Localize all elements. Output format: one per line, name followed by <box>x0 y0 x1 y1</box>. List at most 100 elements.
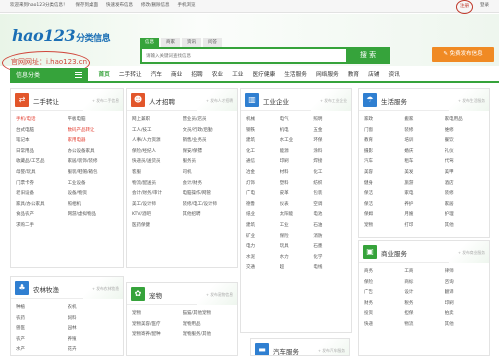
panel-link[interactable]: 花卉 <box>68 345 120 355</box>
search-tab-0[interactable]: 信息 <box>140 38 159 47</box>
nav-item-2[interactable]: 汽车 <box>146 68 166 83</box>
panel-link[interactable]: 搬家 <box>404 115 444 126</box>
nav-item-4[interactable]: 招聘 <box>187 68 207 83</box>
panel-link[interactable]: 设备/物资 <box>68 189 120 200</box>
panel-link[interactable]: 司机 <box>183 168 234 179</box>
nav-item-12[interactable]: 资讯 <box>384 68 404 83</box>
panel-link[interactable]: 担保 <box>404 309 444 320</box>
panel-link[interactable]: 翻译 <box>445 288 485 299</box>
panel-link[interactable]: 其他 <box>445 320 485 331</box>
panel-link[interactable]: 园林 <box>68 324 120 335</box>
panel-link[interactable]: 宠物 <box>364 221 404 232</box>
panel-link[interactable]: 家电 <box>404 189 444 200</box>
nav-item-1[interactable]: 二手转让 <box>114 68 146 83</box>
register-link[interactable]: 注册 <box>456 0 473 14</box>
panel-link[interactable]: 五金 <box>313 126 347 137</box>
panel-link[interactable]: 宠物 <box>132 309 183 320</box>
panel-link[interactable]: 空调 <box>313 200 347 211</box>
panel-post-link[interactable]: + 发布工业企业 <box>320 98 347 104</box>
panel-link[interactable]: 培训 <box>404 136 444 147</box>
panel-post-link[interactable]: + 发布商业服务 <box>458 250 485 256</box>
panel-link[interactable]: 办公设备家具 <box>68 147 120 158</box>
search-input[interactable] <box>146 52 346 61</box>
panel-link[interactable]: 美容 <box>364 168 404 179</box>
panel-link[interactable]: 设计 <box>404 288 444 299</box>
panel-link[interactable]: 水力 <box>280 253 314 264</box>
panel-link[interactable]: 摄影 <box>364 147 404 158</box>
panel-link[interactable]: 饲料 <box>68 314 120 325</box>
panel-link[interactable]: 交通 <box>246 263 280 274</box>
panel-link[interactable]: 装修/电工/设计师 <box>183 200 234 211</box>
search-tab-1[interactable]: 商家 <box>161 38 180 47</box>
panel-link[interactable]: 冶金 <box>246 168 280 179</box>
panel-link[interactable]: 物流 <box>404 320 444 331</box>
panel-link[interactable]: 保险 <box>364 278 404 289</box>
panel-link[interactable]: 宠物服务/其他 <box>183 330 234 341</box>
panel-title[interactable]: 农林牧渔 <box>33 284 59 294</box>
panel-link[interactable]: 餐饮 <box>445 136 485 147</box>
panel-link[interactable]: 咨询 <box>445 278 485 289</box>
panel-title[interactable]: 汽车服务 <box>273 346 299 355</box>
panel-link[interactable] <box>68 221 120 232</box>
panel-link[interactable]: 化工 <box>313 168 347 179</box>
panel-link[interactable]: 建筑 <box>246 221 280 232</box>
panel-link[interactable]: 客服 <box>132 168 183 179</box>
panel-title[interactable]: 生活服务 <box>381 96 407 106</box>
panel-link[interactable]: 笔记本 <box>16 136 68 147</box>
panel-link[interactable]: 人事/人力资源 <box>132 136 183 147</box>
panel-link[interactable]: 数码产品转让 <box>68 126 120 137</box>
panel-post-link[interactable]: + 发布汽车服务 <box>318 348 345 354</box>
panel-link[interactable]: 家居/装饰/装修 <box>68 157 120 168</box>
panel-link[interactable]: 猫猫/其他宠物 <box>183 309 234 320</box>
panel-link[interactable] <box>183 221 234 232</box>
post-info-button[interactable]: ✎ 免费发布信息 <box>432 47 494 62</box>
panel-link[interactable]: 月嫂 <box>404 210 444 221</box>
panel-link[interactable]: 照相机 <box>68 200 120 211</box>
panel-link[interactable]: 电脑操作/网管 <box>183 189 234 200</box>
panel-link[interactable]: 美发 <box>404 168 444 179</box>
panel-link[interactable]: 太阳能 <box>280 210 314 221</box>
panel-link[interactable]: 水工业 <box>280 136 314 147</box>
panel-link[interactable]: 化学 <box>313 253 347 264</box>
panel-link[interactable]: 网上兼职 <box>132 115 183 126</box>
top-link-3[interactable]: 手机浏览 <box>177 0 195 12</box>
panel-link[interactable]: 石油 <box>313 221 347 232</box>
panel-link[interactable]: 农机 <box>68 303 120 314</box>
panel-link[interactable]: 文员/行政/后勤 <box>183 126 234 137</box>
top-link-2[interactable]: 修改/删除信息 <box>141 0 170 12</box>
panel-link[interactable]: 超 <box>280 263 314 274</box>
panel-link[interactable]: 水泥 <box>246 253 280 264</box>
panel-link[interactable]: 消防 <box>313 232 347 243</box>
panel-link[interactable]: 维修 <box>445 126 485 137</box>
panel-title[interactable]: 人才招聘 <box>149 96 175 106</box>
nav-item-8[interactable]: 生活服务 <box>280 68 312 83</box>
panel-link[interactable]: 健身 <box>364 179 404 190</box>
panel-link[interactable]: 汽车 <box>364 157 404 168</box>
panel-link[interactable]: 宠物寄养/配种 <box>132 330 183 341</box>
panel-link[interactable]: 电气 <box>280 115 314 126</box>
panel-link[interactable]: 收藏品/工艺品 <box>16 157 68 168</box>
panel-title[interactable]: 工业企业 <box>263 96 289 106</box>
panel-link[interactable]: 工业设备 <box>68 179 120 190</box>
panel-link[interactable]: 装修 <box>445 189 485 200</box>
panel-link[interactable]: 农药 <box>16 314 68 325</box>
panel-link[interactable]: KTV/酒吧 <box>132 210 183 221</box>
panel-link[interactable]: 财务 <box>364 299 404 310</box>
panel-link[interactable]: 门窗 <box>364 126 404 137</box>
panel-link[interactable]: 通信 <box>246 157 280 168</box>
panel-post-link[interactable]: + 发布宠物信息 <box>206 292 233 298</box>
nav-item-3[interactable]: 商业 <box>167 68 187 83</box>
panel-link[interactable]: 德鲁 <box>246 200 280 211</box>
panel-link[interactable]: 印刷 <box>445 299 485 310</box>
panel-link[interactable]: 种植 <box>16 303 68 314</box>
panel-link[interactable]: 环保 <box>313 136 347 147</box>
panel-link[interactable]: 工人/技工 <box>132 126 183 137</box>
panel-link[interactable]: 销售/业务员 <box>183 136 234 147</box>
panel-link[interactable]: 焊接 <box>313 157 347 168</box>
panel-link[interactable]: 包装 <box>313 189 347 200</box>
panel-link[interactable]: 会计/财务 <box>183 179 234 190</box>
panel-title[interactable]: 宠物 <box>149 290 162 300</box>
panel-link[interactable]: 服装/鞋帽/箱包 <box>68 168 120 179</box>
panel-link[interactable]: 台式电脑 <box>16 126 68 137</box>
panel-link[interactable]: 求购二手 <box>16 221 68 232</box>
